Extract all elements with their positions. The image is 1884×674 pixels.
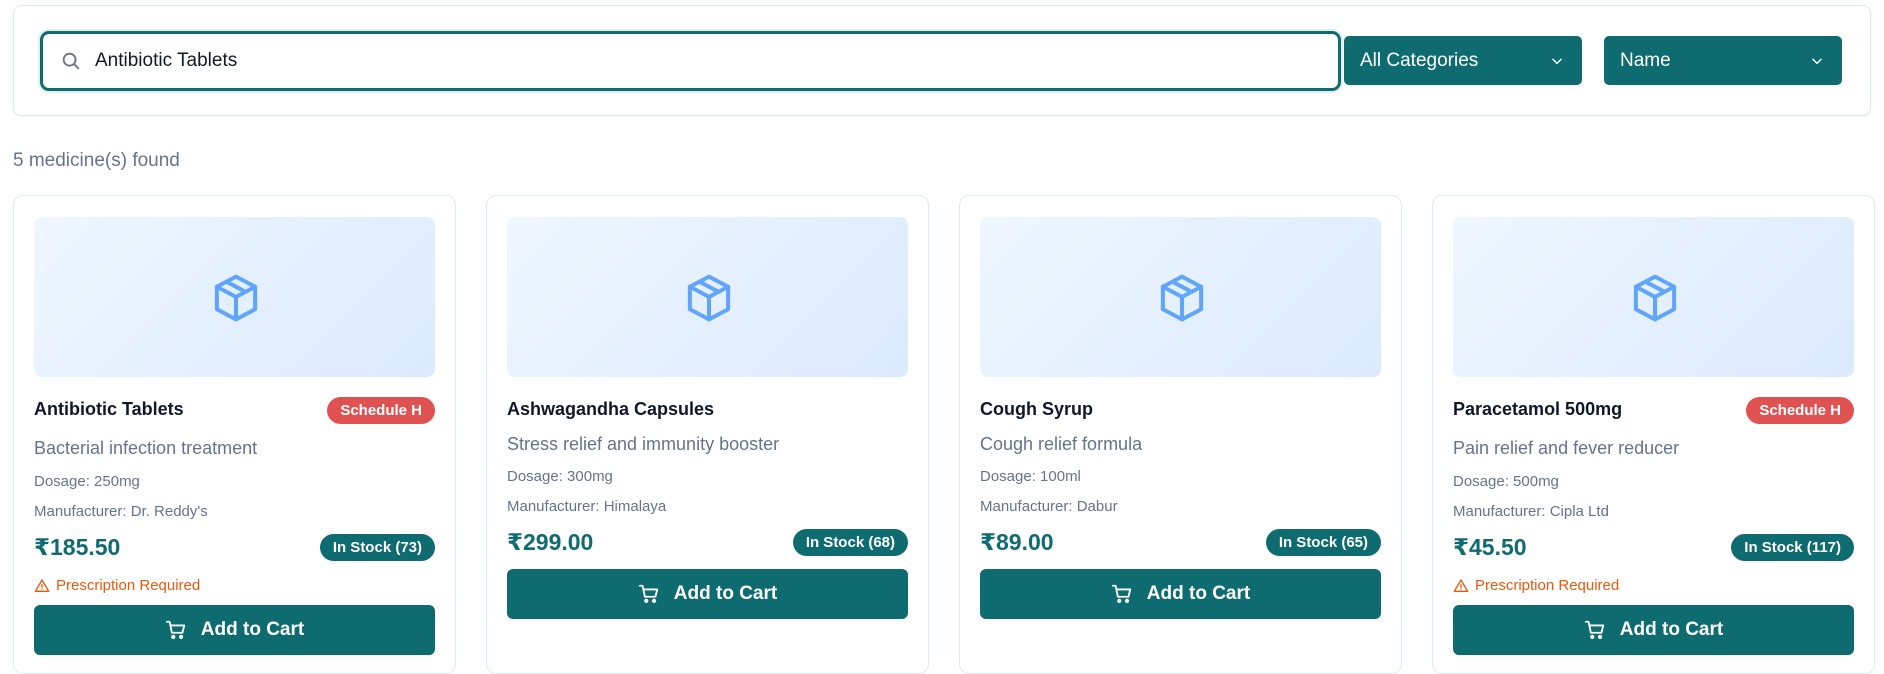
prescription-text: Prescription Required (1475, 577, 1620, 594)
stock-badge: In Stock (68) (792, 529, 908, 556)
dosage-text: Dosage: 300mg (507, 468, 613, 485)
add-to-cart-button[interactable]: Add to Cart (980, 569, 1381, 619)
warning-icon (34, 578, 50, 592)
search-input[interactable] (95, 34, 1325, 88)
prescription-note: Prescription Required (34, 577, 200, 594)
filter-bar: All Categories Name (13, 5, 1871, 116)
medicine-card: Cough Syrup Cough relief formula Dosage:… (959, 195, 1402, 674)
manufacturer-text: Manufacturer: Cipla Ltd (1453, 503, 1609, 520)
search-icon (62, 52, 80, 70)
package-icon (1633, 274, 1677, 322)
stock-badge: In Stock (65) (1265, 529, 1381, 556)
product-image (34, 217, 435, 377)
medicine-card: Ashwagandha Capsules Stress relief and i… (486, 195, 929, 674)
sort-select[interactable]: Name (1604, 36, 1842, 85)
medicine-name[interactable]: Antibiotic Tablets (34, 399, 184, 420)
cart-icon (638, 584, 658, 603)
results-count: 5 medicine(s) found (13, 150, 180, 171)
search-box[interactable] (40, 31, 1341, 91)
medicine-name[interactable]: Cough Syrup (980, 399, 1093, 420)
dosage-text: Dosage: 250mg (34, 473, 140, 490)
price: ₹185.50 (34, 534, 121, 560)
medicine-description: Bacterial infection treatment (34, 438, 258, 458)
add-to-cart-button[interactable]: Add to Cart (507, 569, 908, 619)
add-to-cart-button[interactable]: Add to Cart (1453, 605, 1854, 655)
schedule-badge: Schedule H (1746, 397, 1854, 424)
medicine-card: Paracetamol 500mg Schedule H Pain relief… (1432, 195, 1875, 674)
add-to-cart-label: Add to Cart (673, 583, 778, 604)
cart-icon (1111, 584, 1131, 603)
manufacturer-text: Manufacturer: Dabur (980, 498, 1118, 515)
product-image (507, 217, 908, 377)
prescription-note: Prescription Required (1453, 577, 1619, 594)
add-to-cart-label: Add to Cart (1619, 619, 1724, 640)
cart-icon (1584, 620, 1604, 639)
package-icon (687, 274, 731, 322)
price: ₹45.50 (1453, 534, 1527, 560)
manufacturer-text: Manufacturer: Himalaya (507, 498, 667, 515)
prescription-text: Prescription Required (56, 577, 201, 594)
product-image (980, 217, 1381, 377)
price: ₹299.00 (507, 529, 594, 555)
sort-select-value: Name (1620, 49, 1671, 71)
product-image (1453, 217, 1854, 377)
medicine-description: Cough relief formula (980, 434, 1143, 454)
stock-badge: In Stock (117) (1731, 534, 1854, 561)
add-to-cart-label: Add to Cart (200, 619, 305, 640)
package-icon (1160, 274, 1204, 322)
chevron-down-icon (1812, 58, 1822, 65)
medicine-card: Antibiotic Tablets Schedule H Bacterial … (13, 195, 456, 674)
add-to-cart-label: Add to Cart (1146, 583, 1251, 604)
medicine-name[interactable]: Ashwagandha Capsules (507, 399, 714, 420)
dosage-text: Dosage: 500mg (1453, 473, 1559, 490)
medicine-name[interactable]: Paracetamol 500mg (1453, 399, 1622, 420)
cart-icon (165, 620, 185, 639)
package-icon (214, 274, 258, 322)
medicine-description: Pain relief and fever reducer (1453, 438, 1680, 458)
dosage-text: Dosage: 100ml (980, 468, 1081, 485)
medicine-description: Stress relief and immunity booster (507, 434, 780, 454)
manufacturer-text: Manufacturer: Dr. Reddy's (34, 503, 208, 520)
schedule-badge: Schedule H (327, 397, 435, 424)
warning-icon (1453, 578, 1469, 592)
add-to-cart-button[interactable]: Add to Cart (34, 605, 435, 655)
chevron-down-icon (1552, 58, 1562, 65)
category-select-value: All Categories (1360, 49, 1479, 71)
stock-badge: In Stock (73) (319, 534, 435, 561)
price: ₹89.00 (980, 529, 1054, 555)
category-select[interactable]: All Categories (1344, 36, 1582, 85)
